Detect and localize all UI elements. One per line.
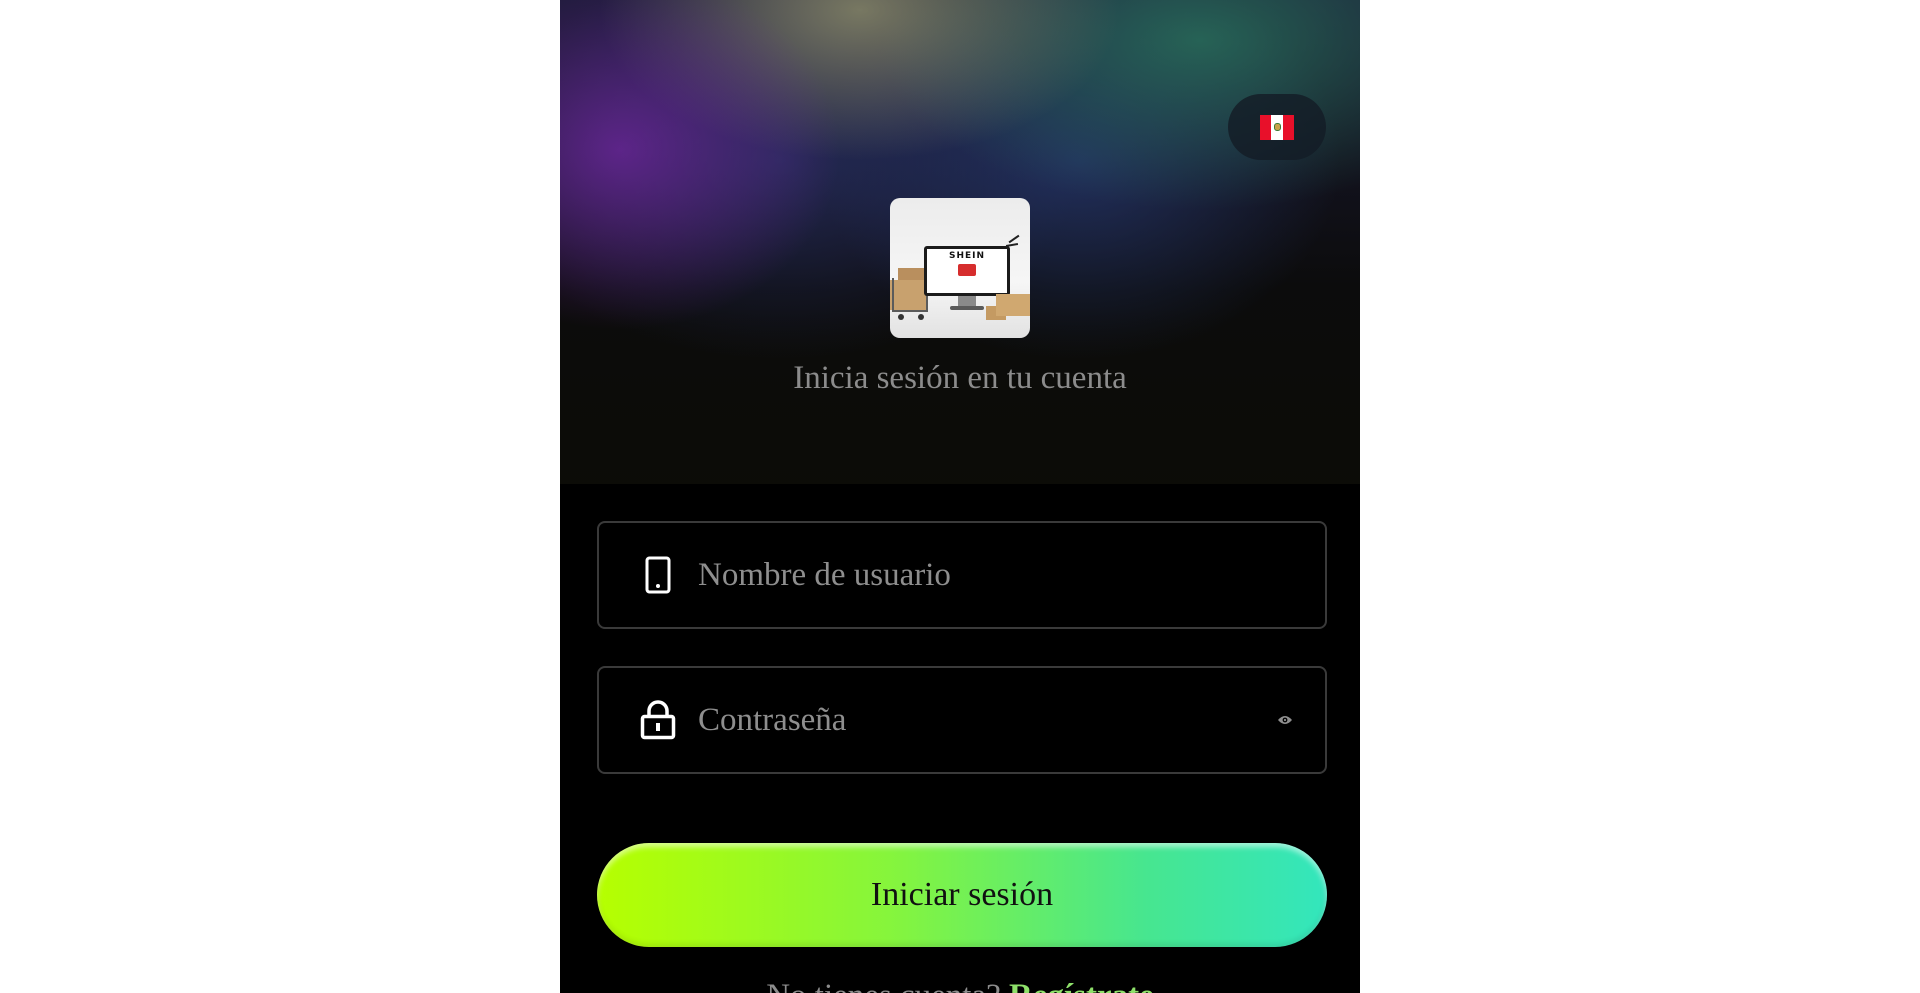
language-selector-button[interactable] xyxy=(1228,94,1326,160)
phone-icon xyxy=(633,556,683,594)
login-button[interactable]: Iniciar sesión xyxy=(597,843,1327,947)
login-subtitle: Inicia sesión en tu cuenta xyxy=(793,360,1127,396)
app-logo: SHEIN xyxy=(890,198,1030,338)
register-prompt: No tienes cuenta? Regístrate xyxy=(560,978,1360,993)
password-field[interactable] xyxy=(597,666,1327,774)
register-prompt-text: No tienes cuenta? xyxy=(766,978,1001,993)
register-link[interactable]: Regístrate xyxy=(1009,978,1154,993)
username-field[interactable] xyxy=(597,521,1327,629)
peru-flag-icon xyxy=(1260,114,1294,140)
eye-icon[interactable] xyxy=(1273,708,1297,732)
password-input[interactable] xyxy=(696,689,1273,751)
logo-brand-text: SHEIN xyxy=(948,251,986,261)
lock-icon xyxy=(633,700,683,740)
username-input[interactable] xyxy=(696,544,1325,606)
login-screen: SHEIN Inicia sesión en tu cuenta Nombre … xyxy=(560,0,1360,993)
